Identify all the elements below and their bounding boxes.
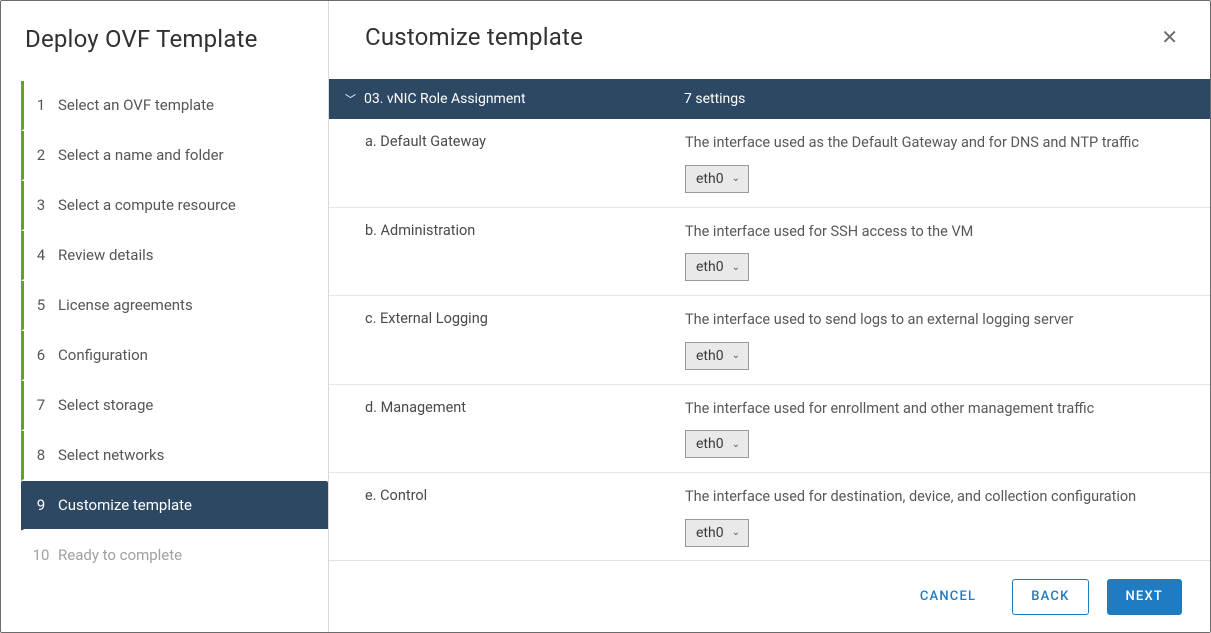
wizard-steps: 1Select an OVF template2Select a name an… <box>1 81 328 581</box>
chevron-down-icon: ⌄ <box>732 439 740 450</box>
step-number: 10 <box>24 546 58 564</box>
step-number: 8 <box>24 446 58 464</box>
wizard-step-5[interactable]: 5License agreements <box>21 281 328 331</box>
setting-description: The interface used as the Default Gatewa… <box>685 133 1190 153</box>
wizard-step-1[interactable]: 1Select an OVF template <box>21 81 328 131</box>
step-label: Review details <box>58 246 316 264</box>
chevron-down-icon: ⌄ <box>732 173 740 184</box>
step-label: Select networks <box>58 446 316 464</box>
section-count: 7 settings <box>684 91 1194 107</box>
chevron-down-icon: ⌄ <box>732 527 740 538</box>
step-label: Select a compute resource <box>58 196 316 214</box>
ovf-deploy-dialog: Deploy OVF Template 1Select an OVF templ… <box>1 1 1210 632</box>
setting-key: c. External Logging <box>365 310 685 370</box>
setting-value-cell: The interface used for destination, devi… <box>685 487 1190 547</box>
section-header[interactable]: ﹀ 03. vNIC Role Assignment 7 settings <box>329 79 1210 119</box>
setting-value-cell: The interface used as the Default Gatewa… <box>685 133 1190 193</box>
wizard-title: Deploy OVF Template <box>1 1 328 81</box>
step-number: 3 <box>24 196 58 214</box>
step-label: Ready to complete <box>58 546 316 564</box>
interface-select[interactable]: eth0 ⌄ <box>685 519 749 547</box>
step-number: 5 <box>24 296 58 314</box>
step-label: Configuration <box>58 346 316 364</box>
setting-value-cell: The interface used for SSH access to the… <box>685 222 1190 282</box>
setting-value-cell: The interface used for enrollment and ot… <box>685 399 1190 459</box>
select-value: eth0 <box>696 171 724 187</box>
wizard-step-9[interactable]: 9Customize template <box>21 481 328 531</box>
setting-key: b. Administration <box>365 222 685 282</box>
step-label: License agreements <box>58 296 316 314</box>
close-icon[interactable]: ✕ <box>1157 23 1182 51</box>
setting-row: c. External LoggingThe interface used to… <box>329 296 1210 385</box>
wizard-content: Customize template ✕ ﹀ 03. vNIC Role Ass… <box>329 1 1210 632</box>
setting-key: d. Management <box>365 399 685 459</box>
setting-row: a. Default GatewayThe interface used as … <box>329 119 1210 208</box>
chevron-down-icon: ﹀ <box>345 91 356 107</box>
content-header: Customize template ✕ <box>329 1 1210 79</box>
setting-key: a. Default Gateway <box>365 133 685 193</box>
setting-row: e. ControlThe interface used for destina… <box>329 473 1210 560</box>
back-button[interactable]: BACK <box>1012 579 1088 615</box>
setting-key: e. Control <box>365 487 685 547</box>
select-value: eth0 <box>696 348 724 364</box>
interface-select[interactable]: eth0 ⌄ <box>685 253 749 281</box>
wizard-step-10: 10Ready to complete <box>21 531 328 581</box>
select-value: eth0 <box>696 259 724 275</box>
step-number: 6 <box>24 346 58 364</box>
wizard-step-6[interactable]: 6Configuration <box>21 331 328 381</box>
wizard-step-2[interactable]: 2Select a name and folder <box>21 131 328 181</box>
step-label: Select storage <box>58 396 316 414</box>
next-button[interactable]: NEXT <box>1107 579 1183 615</box>
interface-select[interactable]: eth0 ⌄ <box>685 430 749 458</box>
wizard-step-3[interactable]: 3Select a compute resource <box>21 181 328 231</box>
setting-description: The interface used for SSH access to the… <box>685 222 1190 242</box>
setting-description: The interface used for destination, devi… <box>685 487 1190 507</box>
step-number: 4 <box>24 246 58 264</box>
wizard-footer: CANCEL BACK NEXT <box>329 560 1210 632</box>
wizard-step-7[interactable]: 7Select storage <box>21 381 328 431</box>
section-label: 03. vNIC Role Assignment <box>364 91 684 107</box>
select-value: eth0 <box>696 525 724 541</box>
cancel-button[interactable]: CANCEL <box>902 579 994 615</box>
step-number: 2 <box>24 146 58 164</box>
interface-select[interactable]: eth0 ⌄ <box>685 165 749 193</box>
page-title: Customize template <box>365 23 583 51</box>
step-label: Select an OVF template <box>58 96 316 114</box>
step-label: Customize template <box>58 496 316 514</box>
step-number: 7 <box>24 396 58 414</box>
select-value: eth0 <box>696 436 724 452</box>
chevron-down-icon: ⌄ <box>732 350 740 361</box>
wizard-sidebar: Deploy OVF Template 1Select an OVF templ… <box>1 1 329 632</box>
setting-description: The interface used to send logs to an ex… <box>685 310 1190 330</box>
wizard-step-8[interactable]: 8Select networks <box>21 431 328 481</box>
interface-select[interactable]: eth0 ⌄ <box>685 342 749 370</box>
chevron-down-icon: ⌄ <box>732 262 740 273</box>
setting-row: d. ManagementThe interface used for enro… <box>329 385 1210 474</box>
setting-description: The interface used for enrollment and ot… <box>685 399 1190 419</box>
wizard-step-4[interactable]: 4Review details <box>21 231 328 281</box>
step-label: Select a name and folder <box>58 146 316 164</box>
settings-list[interactable]: a. Default GatewayThe interface used as … <box>329 119 1210 560</box>
step-number: 1 <box>24 96 58 114</box>
setting-value-cell: The interface used to send logs to an ex… <box>685 310 1190 370</box>
step-number: 9 <box>24 496 58 514</box>
setting-row: b. AdministrationThe interface used for … <box>329 208 1210 297</box>
